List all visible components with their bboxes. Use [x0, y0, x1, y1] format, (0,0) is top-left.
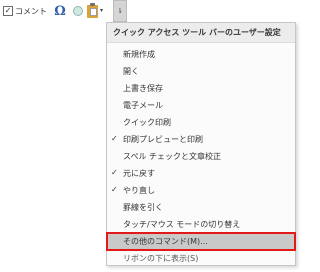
menu-item-label: やり直し	[123, 186, 155, 195]
clipboard-icon	[87, 2, 98, 18]
customize-qat-menu: クイック アクセス ツール バーのユーザー設定 新規作成開く上書き保存電子メール…	[106, 22, 296, 266]
circle-shape-icon	[73, 6, 83, 16]
comment-label: コメント	[15, 6, 47, 16]
comment-checkbox[interactable]: ✓	[3, 6, 13, 16]
shape-button[interactable]	[71, 0, 85, 22]
menu-item-label: その他のコマンド(M)...	[123, 237, 208, 246]
menu-item[interactable]: リボンの下に表示(S)	[107, 250, 295, 267]
more-commands-menu-item[interactable]: その他のコマンド(M)...	[106, 232, 296, 251]
menu-item-label: スペル チェックと文章校正	[123, 152, 221, 161]
menu-item-label: 罫線を引く	[123, 203, 163, 212]
menu-item-list: 新規作成開く上書き保存電子メールクイック印刷 ✓ 印刷プレビューと印刷スペル チェッ…	[106, 46, 296, 267]
menu-item-label: 開く	[123, 67, 139, 76]
menu-item-label: 印刷プレビューと印刷	[123, 135, 203, 144]
word-window-fragment: ✓ コメント Ω ▾ ⇂ クイック アクセス ツール バーのユーザー設定 新規作…	[0, 0, 300, 272]
menu-item[interactable]: 新規作成	[107, 46, 295, 63]
checkmark-icon: ✓	[111, 168, 118, 177]
menu-item[interactable]: ✓ 元に戻す	[107, 165, 295, 182]
menu-item[interactable]: 電子メール	[107, 97, 295, 114]
comment-toggle[interactable]: ✓ コメント	[3, 0, 51, 22]
menu-item-label: 元に戻す	[123, 169, 155, 178]
customize-qat-button[interactable]: ⇂	[113, 0, 127, 22]
menu-item-label: 上書き保存	[123, 84, 163, 93]
menu-item-label: タッチ/マウス モードの切り替え	[123, 220, 241, 229]
menu-item[interactable]: 罫線を引く	[107, 199, 295, 216]
menu-item[interactable]: 開く	[107, 63, 295, 80]
menu-item[interactable]: クイック印刷	[107, 114, 295, 131]
paste-button[interactable]: ▾	[87, 0, 107, 22]
menu-item[interactable]: ✓ やり直し	[107, 182, 295, 199]
checkmark-icon: ✓	[111, 134, 118, 143]
menu-item-label: 新規作成	[123, 50, 155, 59]
customize-dropdown-icon: ⇂	[117, 6, 123, 15]
checkbox-check-icon: ✓	[4, 6, 12, 15]
menu-item[interactable]: 上書き保存	[107, 80, 295, 97]
checkmark-icon: ✓	[111, 185, 118, 194]
quick-access-toolbar: ✓ コメント Ω ▾ ⇂	[0, 0, 300, 22]
menu-item-label: 電子メール	[123, 101, 163, 110]
menu-item-label: リボンの下に表示(S)	[123, 254, 199, 263]
omega-icon: Ω	[54, 3, 66, 19]
menu-item[interactable]: スペル チェックと文章校正	[107, 148, 295, 165]
chevron-down-icon: ▾	[100, 7, 104, 14]
menu-item-label: クイック印刷	[123, 118, 171, 127]
menu-item[interactable]: ✓ 印刷プレビューと印刷	[107, 131, 295, 148]
menu-header: クイック アクセス ツール バーのユーザー設定	[107, 23, 295, 43]
insert-symbol-button[interactable]: Ω	[53, 0, 67, 22]
menu-item[interactable]: タッチ/マウス モードの切り替え	[107, 216, 295, 233]
